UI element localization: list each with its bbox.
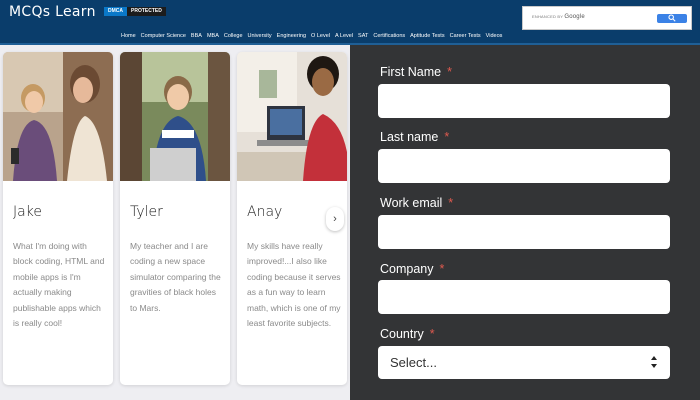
last-name-field[interactable] [378, 149, 670, 183]
last-name-label: Last name * [380, 130, 450, 144]
carousel-next-button[interactable]: › [326, 207, 344, 231]
nav-college[interactable]: College [224, 33, 243, 39]
company-label: Company * [380, 262, 445, 276]
testimonial-carousel: Jake What I'm doing with block coding, H… [0, 45, 350, 400]
signup-form: First Name * Last name * Work email * Compa… [350, 45, 700, 400]
first-name-field[interactable] [378, 84, 670, 118]
nav-career-tests[interactable]: Career Tests [450, 33, 481, 39]
card-photo [237, 52, 347, 181]
card-name: Tyler [130, 204, 163, 220]
card-photo [120, 52, 230, 181]
nav-o-level[interactable]: O Level [311, 33, 330, 39]
site-header: MCQs Learn DMCA PROTECTED ENHANCED BY Go… [0, 0, 700, 43]
nav-videos[interactable]: Videos [486, 33, 503, 39]
card-name: Anay [247, 204, 283, 220]
nav-computer-science[interactable]: Computer Science [141, 33, 186, 39]
nav-home[interactable]: Home [121, 33, 136, 39]
nav-a-level[interactable]: A Level [335, 33, 353, 39]
country-select[interactable]: Select... [378, 346, 670, 379]
card-name: Jake [13, 204, 42, 220]
nav-bba[interactable]: BBA [191, 33, 202, 39]
company-field[interactable] [378, 280, 670, 314]
nav-mba[interactable]: MBA [207, 33, 219, 39]
select-arrows-icon [651, 356, 657, 368]
testimonial-card: Jake What I'm doing with block coding, H… [3, 52, 113, 385]
search-icon [668, 14, 676, 26]
country-label: Country * [380, 327, 435, 341]
search-input[interactable]: ENHANCED BY Google [522, 6, 692, 30]
chevron-right-icon: › [333, 213, 337, 225]
card-quote: My skills have really improved!...I also… [247, 241, 341, 329]
search-watermark: ENHANCED BY Google [532, 14, 585, 20]
card-quote: What I'm doing with block coding, HTML a… [13, 241, 105, 329]
card-photo [3, 52, 113, 181]
site-logo[interactable]: MCQs Learn [9, 4, 96, 20]
nav-engineering[interactable]: Engineering [277, 33, 306, 39]
nav-aptitude-tests[interactable]: Aptitude Tests [410, 33, 444, 39]
first-name-label: First Name * [380, 65, 452, 79]
search-button[interactable] [657, 14, 687, 23]
card-quote: My teacher and I are coding a new space … [130, 241, 221, 313]
country-select-value: Select... [390, 355, 437, 370]
dmca-badge[interactable]: DMCA PROTECTED [104, 7, 166, 16]
nav-sat[interactable]: SAT [358, 33, 368, 39]
work-email-field[interactable] [378, 215, 670, 249]
testimonial-card: Tyler My teacher and I are coding a new … [120, 52, 230, 385]
work-email-label: Work email * [380, 196, 454, 210]
dmca-badge-label: DMCA [104, 7, 127, 16]
main-nav: Home Computer Science BBA MBA College Un… [121, 33, 502, 39]
nav-certifications[interactable]: Certifications [373, 33, 405, 39]
nav-university[interactable]: University [248, 33, 272, 39]
dmca-protected-label: PROTECTED [127, 7, 166, 16]
